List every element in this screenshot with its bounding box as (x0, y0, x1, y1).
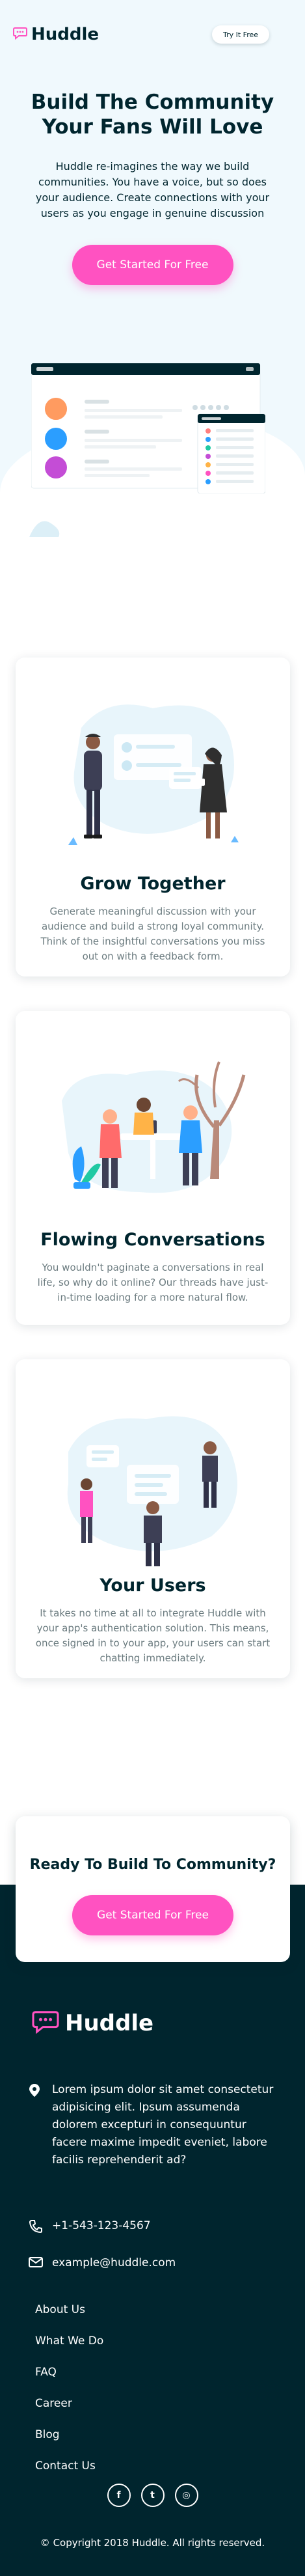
email-icon (29, 2256, 43, 2274)
logo-text: Huddle (31, 25, 99, 44)
footer-phone: +1-543-123-4567 (29, 2217, 151, 2239)
your-users-illustration (67, 1416, 237, 1566)
feature-description: It takes no time at all to integrate Hud… (35, 1607, 271, 1664)
leaf-decoration-icon (29, 521, 60, 537)
feature-title: Grow Together (80, 874, 226, 894)
instagram-icon[interactable]: ◎ (174, 2484, 198, 2507)
app-mockup-illustration (31, 363, 265, 493)
logo[interactable]: Huddle (13, 25, 99, 44)
footer-link-blog[interactable]: Blog (35, 2427, 103, 2458)
try-free-button[interactable]: Try It Free (212, 25, 269, 44)
chat-bubble-logo-icon (13, 27, 27, 42)
footer-address: Lorem ipsum dolor sit amet consectetur a… (29, 2081, 276, 2169)
hero-title: Build The Community Your Fans Will Love (31, 90, 274, 139)
footer-link-what-we-do[interactable]: What We Do (35, 2333, 103, 2364)
social-links: f t ◎ (0, 2484, 305, 2507)
flowing-conversations-illustration (62, 1061, 246, 1193)
ready-title: Ready To Build To Community? (29, 1857, 276, 1873)
feature-card-your-users: Your Users It takes no time at all to in… (16, 1359, 290, 1678)
hero-description: Huddle re-imagines the way we build comm… (35, 160, 270, 219)
footer-logo-text: Huddle (65, 2010, 154, 2036)
twitter-icon[interactable]: t (140, 2484, 165, 2507)
feature-description: You wouldn't paginate a conversations in… (37, 1262, 269, 1303)
copyright-text: © Copyright 2018 Huddle. All rights rese… (40, 2537, 265, 2549)
site-header: Huddle Try It Free (0, 0, 305, 44)
hero-section: Huddle Try It Free Build The Community Y… (0, 0, 305, 586)
footer-link-faq[interactable]: FAQ (35, 2364, 103, 2396)
footer-email: example@huddle.com (29, 2254, 176, 2274)
facebook-icon[interactable]: f (107, 2484, 131, 2507)
grow-together-illustration (68, 704, 239, 845)
feature-description: Generate meaningful discussion with your… (40, 906, 265, 962)
email-text[interactable]: example@huddle.com (52, 2254, 176, 2272)
site-footer: Huddle Lorem ipsum dolor sit amet consec… (0, 1885, 305, 2576)
feature-card-flowing-conversations: Flowing Conversations You wouldn't pagin… (16, 1011, 290, 1325)
footer-logo[interactable]: Huddle (31, 2010, 153, 2037)
address-text: Lorem ipsum dolor sit amet consectetur a… (52, 2083, 274, 2167)
feature-title: Flowing Conversations (40, 1230, 265, 1250)
phone-icon (29, 2219, 43, 2239)
ready-get-started-button[interactable]: Get Started For Free (72, 1895, 233, 1935)
get-started-button[interactable]: Get Started For Free (72, 245, 233, 285)
feature-card-grow-together: Grow Together Generate meaningful discus… (16, 658, 290, 976)
footer-nav: About Us What We Do FAQ Career Blog Cont… (35, 2302, 103, 2489)
feature-title: Your Users (99, 1575, 206, 1596)
location-pin-icon (29, 2083, 43, 2103)
ready-cta-card: Ready To Build To Community? Get Started… (16, 1816, 290, 1962)
page: Huddle Try It Free Build The Community Y… (0, 0, 305, 2576)
footer-link-about-us[interactable]: About Us (35, 2302, 103, 2333)
phone-text[interactable]: +1-543-123-4567 (52, 2217, 151, 2235)
chat-bubble-logo-icon (31, 2010, 60, 2037)
footer-link-career[interactable]: Career (35, 2396, 103, 2427)
